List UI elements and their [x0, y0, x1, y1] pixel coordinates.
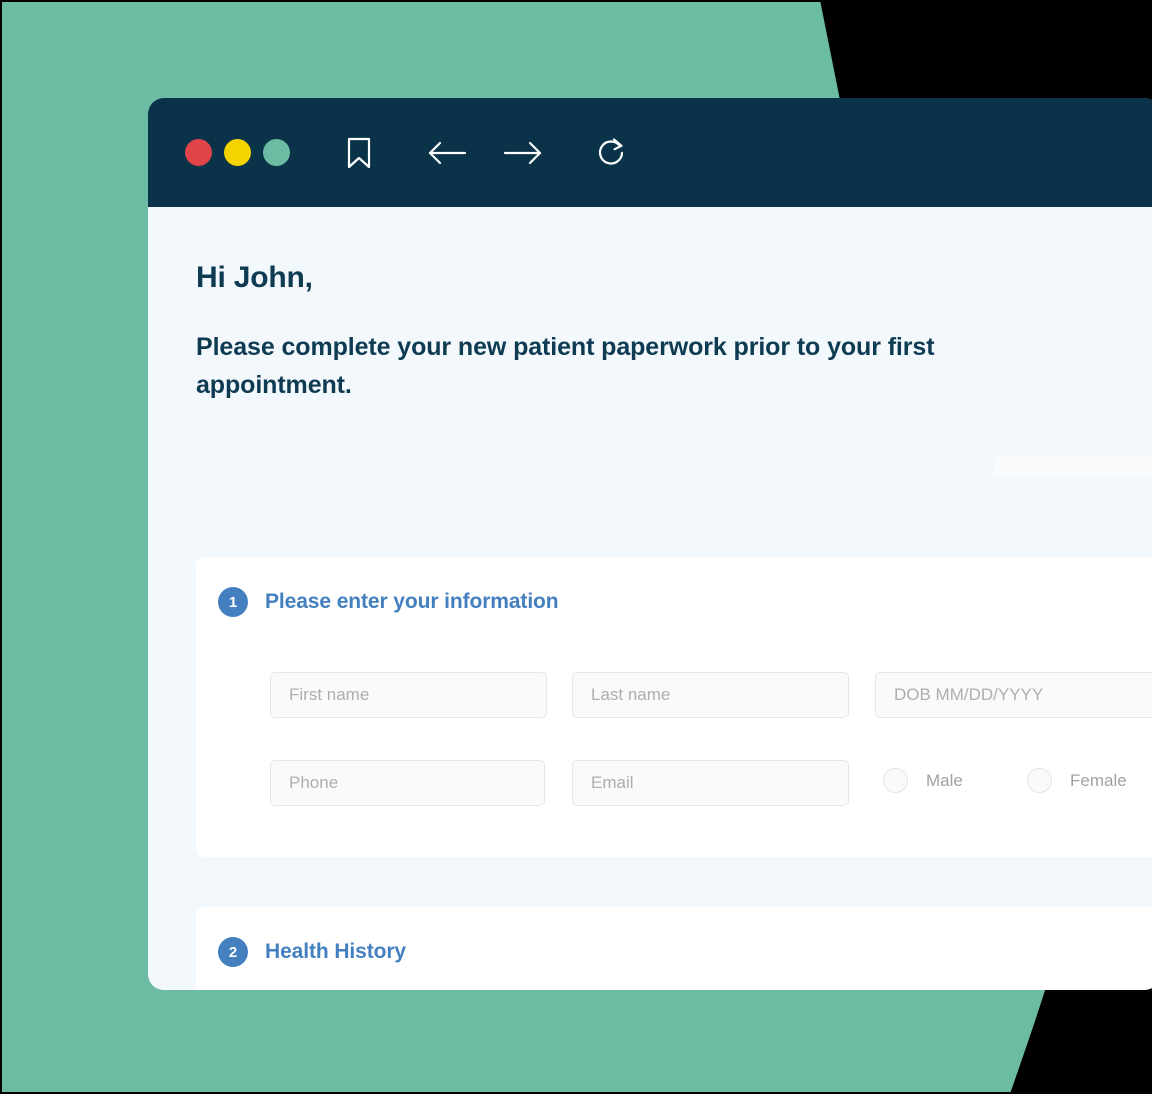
reload-button[interactable]	[580, 128, 642, 178]
back-arrow-icon	[428, 141, 467, 164]
page-instruction: Please complete your new patient paperwo…	[196, 333, 935, 399]
forward-arrow-icon	[503, 141, 542, 164]
section-header-health-history: 2 Health History	[196, 907, 1152, 967]
section-title-health-history: Health History	[265, 940, 406, 963]
close-window-dot[interactable]	[185, 139, 212, 166]
gender-label-male: Male	[926, 770, 963, 790]
first-name-input[interactable]: First name	[270, 672, 547, 718]
last-name-input[interactable]: Last name	[572, 672, 849, 718]
gender-radio-female[interactable]: Female	[1027, 768, 1127, 793]
section-title-information: Please enter your information	[265, 590, 559, 613]
dob-input[interactable]: DOB MM/DD/YYYY	[875, 672, 1152, 718]
section-card-health-history: 2 Health History High Blood Pressure Anx…	[196, 907, 1152, 990]
ghost-placeholder-strip	[994, 455, 1152, 477]
back-button[interactable]	[416, 128, 478, 178]
radio-circle-icon	[883, 768, 908, 793]
refresh-icon	[598, 137, 624, 165]
browser-nav-icon-group	[328, 128, 642, 178]
email-input[interactable]: Email	[572, 760, 849, 806]
section-header-information: 1 Please enter your information	[196, 557, 1152, 617]
browser-window: Hi John, Please complete your new patien…	[148, 98, 1152, 990]
browser-chrome-bar	[148, 98, 1152, 207]
traffic-light-group	[185, 139, 290, 166]
page-content: Hi John, Please complete your new patien…	[148, 207, 1152, 990]
top-right-black-wedge	[820, 0, 1152, 100]
bookmark-icon	[347, 137, 371, 168]
maximize-window-dot[interactable]	[263, 139, 290, 166]
minimize-window-dot[interactable]	[224, 139, 251, 166]
step-badge-1: 1	[218, 587, 248, 617]
gender-label-female: Female	[1070, 770, 1127, 790]
forward-button[interactable]	[492, 128, 554, 178]
screenshot-stage: Hi John, Please complete your new patien…	[0, 0, 1152, 1094]
step-badge-2: 2	[218, 937, 248, 967]
gender-radio-male[interactable]: Male	[883, 768, 963, 793]
bookmark-button[interactable]	[328, 128, 390, 178]
radio-circle-icon	[1027, 768, 1052, 793]
section-card-information: 1 Please enter your information First na…	[196, 557, 1152, 857]
phone-input[interactable]: Phone	[270, 760, 545, 806]
page-greeting: Hi John,	[196, 261, 313, 294]
